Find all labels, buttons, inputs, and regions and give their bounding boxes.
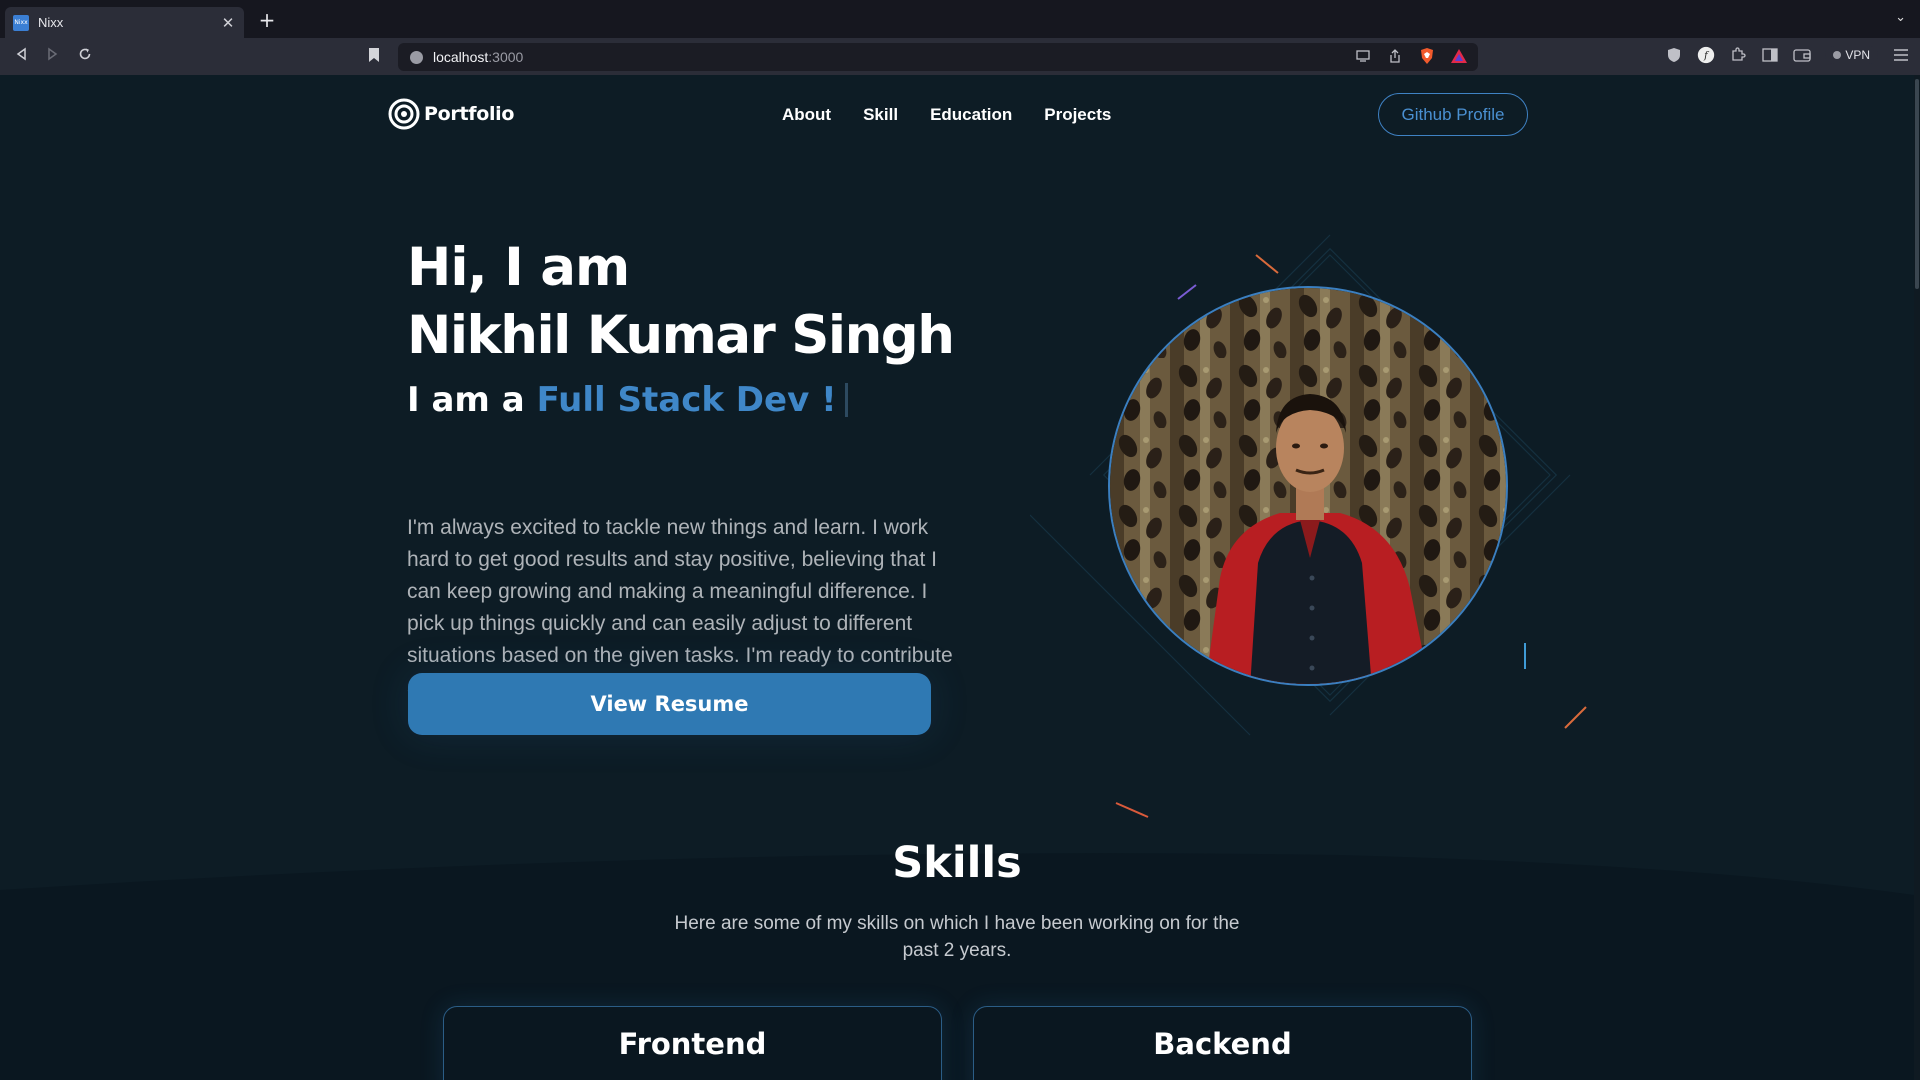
nav-item-about[interactable]: About	[782, 105, 831, 125]
brave-rewards-icon[interactable]	[1450, 47, 1468, 65]
hero-role: I am a Full Stack Dev !	[407, 380, 848, 420]
new-tab-icon[interactable]: +	[256, 9, 278, 31]
page-scrollbar[interactable]	[1914, 75, 1920, 1080]
reload-icon[interactable]	[75, 47, 95, 67]
url-port: :3000	[488, 49, 524, 65]
skill-card-frontend: Frontend	[443, 1006, 942, 1080]
browser-tab[interactable]: Nixx Nixx ✕	[5, 7, 244, 38]
close-tab-icon[interactable]: ✕	[220, 14, 236, 32]
logo-target-icon	[388, 98, 420, 130]
back-icon[interactable]	[12, 47, 32, 67]
logo-text: Portfolio	[424, 103, 515, 125]
vpn-label: VPN	[1845, 48, 1870, 62]
tab-title: Nixx	[38, 15, 64, 30]
bookmark-icon[interactable]	[368, 47, 384, 67]
profile-photo	[1108, 286, 1508, 686]
skill-card-title: Frontend	[618, 1027, 767, 1061]
typewriter-cursor	[844, 383, 848, 417]
skills-subtitle: Here are some of my skills on which I ha…	[674, 913, 1240, 961]
hero-name: Nikhil Kumar Singh	[407, 305, 955, 366]
browser-tabbar: Nixx Nixx ✕ + ⌄	[0, 0, 1920, 38]
role-typewriter-text: Full Stack Dev !	[536, 380, 837, 420]
site-navbar: Portfolio About Skill Education Projects…	[0, 75, 1914, 155]
extensions-puzzle-icon[interactable]	[1729, 46, 1747, 64]
forward-icon[interactable]	[42, 47, 62, 67]
address-bar[interactable]: localhost:3000	[398, 43, 1478, 71]
skill-card-title: Backend	[1153, 1027, 1292, 1061]
site-info-icon[interactable]	[410, 50, 423, 64]
nav-item-education[interactable]: Education	[930, 105, 1012, 125]
profile-extension-icon[interactable]: f	[1697, 46, 1715, 64]
tab-list-chevron-icon[interactable]: ⌄	[1895, 10, 1906, 25]
browser-toolbar: localhost:3000 f VPN	[0, 38, 1920, 75]
tab-favicon: Nixx	[13, 14, 29, 31]
view-resume-button[interactable]: View Resume	[408, 673, 931, 735]
skills-title: Skills	[892, 838, 1022, 888]
brave-shields-icon[interactable]	[1418, 47, 1436, 65]
skill-card-backend: Backend	[973, 1006, 1472, 1080]
role-prefix: I am a	[407, 380, 525, 420]
profile-photo-illustration	[1110, 288, 1506, 684]
wallet-icon[interactable]	[1793, 46, 1811, 64]
vpn-button[interactable]: VPN	[1825, 46, 1878, 64]
scrollbar-thumb[interactable]	[1915, 79, 1919, 289]
cast-icon[interactable]	[1354, 47, 1372, 65]
shield-extension-icon[interactable]	[1665, 46, 1683, 64]
portfolio-logo[interactable]: Portfolio	[388, 98, 514, 130]
github-profile-button[interactable]: Github Profile	[1378, 93, 1528, 136]
portfolio-page: Portfolio About Skill Education Projects…	[0, 75, 1920, 1080]
vpn-status-icon	[1833, 51, 1842, 59]
nav-item-projects[interactable]: Projects	[1044, 105, 1111, 125]
url-host: localhost	[433, 49, 489, 65]
share-icon[interactable]	[1386, 47, 1404, 65]
nav-item-skill[interactable]: Skill	[863, 105, 898, 125]
hero-greeting: Hi, I am	[407, 237, 630, 298]
sidebar-icon[interactable]	[1761, 46, 1779, 64]
nav-menu: About Skill Education Projects	[782, 105, 1143, 125]
menu-hamburger-icon[interactable]	[1892, 46, 1910, 64]
